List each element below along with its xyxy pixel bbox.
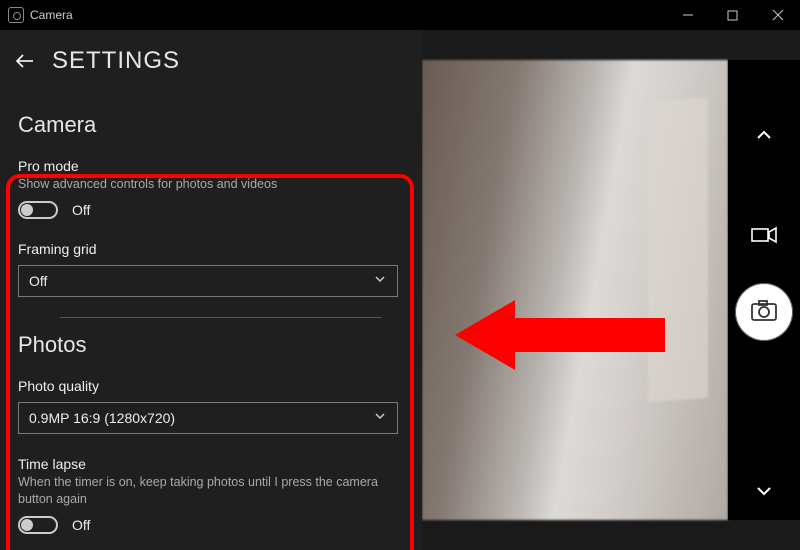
- chevron-down-icon: [373, 409, 387, 426]
- camera-section-heading: Camera: [18, 112, 422, 138]
- close-button[interactable]: [755, 0, 800, 30]
- app-icon: [8, 7, 24, 23]
- framing-grid-value: Off: [29, 273, 47, 289]
- chevron-down-icon: [373, 272, 387, 289]
- pro-mode-state: Off: [72, 202, 90, 218]
- time-lapse-description: When the timer is on, keep taking photos…: [18, 474, 398, 508]
- photos-section-heading: Photos: [18, 332, 422, 358]
- photo-quality-select[interactable]: 0.9MP 16:9 (1280x720): [18, 402, 398, 434]
- time-lapse-toggle[interactable]: [18, 516, 58, 534]
- chevron-up-icon[interactable]: [744, 115, 784, 155]
- camera-preview: [422, 60, 728, 520]
- time-lapse-label: Time lapse: [18, 456, 404, 472]
- right-toolbar: [728, 60, 800, 520]
- camera-icon: [751, 299, 777, 326]
- settings-panel: SETTINGS Camera Pro mode Show advanced c…: [0, 30, 422, 550]
- pro-mode-description: Show advanced controls for photos and vi…: [18, 176, 398, 193]
- camera-window: Camera: [0, 0, 800, 550]
- chevron-down-icon[interactable]: [744, 471, 784, 511]
- photo-quality-value: 0.9MP 16:9 (1280x720): [29, 410, 175, 426]
- minimize-button[interactable]: [665, 0, 710, 30]
- pro-mode-toggle[interactable]: [18, 201, 58, 219]
- time-lapse-state: Off: [72, 517, 90, 533]
- framing-grid-select[interactable]: Off: [18, 265, 398, 297]
- back-button[interactable]: [8, 44, 42, 78]
- titlebar: Camera: [0, 0, 800, 30]
- pro-mode-label: Pro mode: [18, 158, 404, 174]
- video-mode-button[interactable]: [744, 215, 784, 255]
- settings-title: SETTINGS: [52, 47, 180, 75]
- divider: [60, 317, 382, 318]
- app-title: Camera: [30, 8, 73, 22]
- photo-quality-label: Photo quality: [18, 378, 404, 394]
- framing-grid-label: Framing grid: [18, 241, 404, 257]
- shutter-button[interactable]: [735, 283, 793, 341]
- maximize-button[interactable]: [710, 0, 755, 30]
